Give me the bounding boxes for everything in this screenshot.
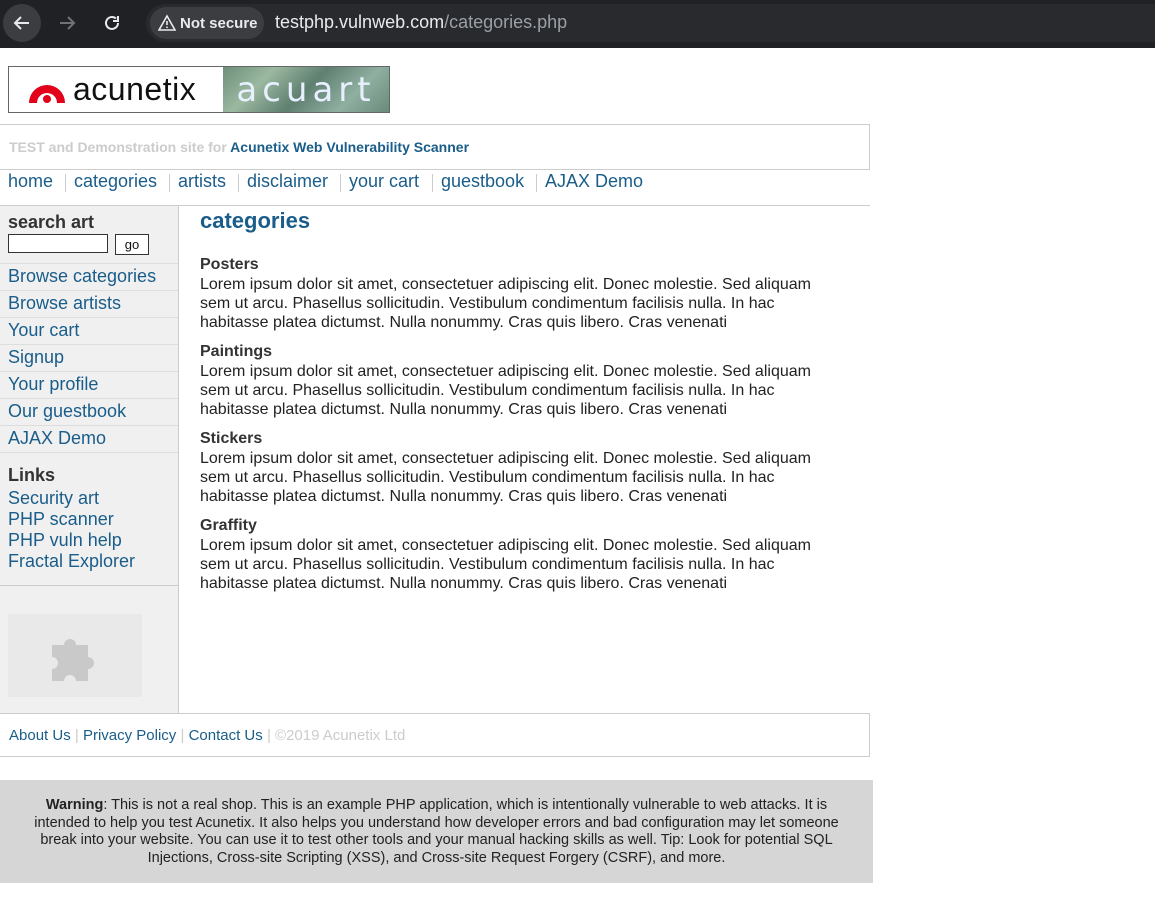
- sidebar-item-label: Browse categories: [8, 266, 157, 286]
- search-input[interactable]: [8, 234, 108, 253]
- sidebar-item-browse-categories[interactable]: Browse categories: [0, 263, 178, 290]
- links-title: Links: [8, 465, 56, 485]
- reload-icon: [105, 15, 119, 30]
- sidebar-item-browse-artists[interactable]: Browse artists: [0, 290, 178, 317]
- link-php-scanner[interactable]: PHP scanner: [8, 509, 114, 530]
- nav-separator: [340, 174, 341, 192]
- category-description: Lorem ipsum dolor sit amet, consectetuer…: [200, 276, 811, 331]
- category-item: Paintings Lorem ipsum dolor sit amet, co…: [200, 343, 820, 419]
- arrow-left-icon: [13, 16, 29, 30]
- acunetix-mark-icon: [27, 77, 67, 103]
- warning-text: Warning: This is not a real shop. This i…: [20, 797, 853, 867]
- plugin-placeholder: [8, 614, 142, 697]
- sidebar: search art go Browse categories Browse a…: [0, 206, 179, 713]
- url-path: /categories.php: [444, 12, 568, 32]
- sidebar-divider: [0, 452, 178, 454]
- reload-button[interactable]: [93, 4, 131, 42]
- sidebar-item-your-cart[interactable]: Your cart: [0, 317, 178, 344]
- security-label: Not secure: [180, 14, 258, 32]
- sidebar-item-label: Your cart: [8, 320, 80, 340]
- category-link-paintings[interactable]: Paintings: [200, 343, 820, 361]
- forward-button[interactable]: [48, 4, 86, 42]
- nav-separator: [169, 174, 170, 192]
- brand-name: acunetix: [73, 71, 197, 107]
- security-chip[interactable]: Not secure: [150, 7, 264, 39]
- tagline: TEST and Demonstration site for Acunetix…: [9, 139, 469, 155]
- category-description: Lorem ipsum dolor sit amet, consectetuer…: [200, 450, 811, 505]
- sidebar-item-label: AJAX Demo: [8, 428, 107, 448]
- nav-ajax-demo[interactable]: AJAX Demo: [545, 171, 643, 192]
- category-item: Posters Lorem ipsum dolor sit amet, cons…: [200, 256, 820, 332]
- url-host: testphp.vulnweb.com: [275, 12, 445, 32]
- nav-home[interactable]: home: [8, 171, 53, 192]
- tagline-bar: TEST and Demonstration site for Acunetix…: [0, 124, 870, 170]
- top-navigation: home categories artists disclaimer your …: [0, 171, 870, 206]
- nav-separator: [536, 174, 537, 192]
- footer: About Us | Privacy Policy | Contact Us |…: [0, 713, 870, 757]
- footer-link-about[interactable]: About Us: [9, 727, 71, 744]
- acunetix-logo: acunetix: [9, 67, 223, 112]
- link-security-art[interactable]: Security art: [8, 488, 99, 509]
- sidebar-item-your-profile[interactable]: Your profile: [0, 371, 178, 398]
- link-fractal-explorer[interactable]: Fractal Explorer: [8, 551, 135, 572]
- puzzle-icon: [52, 638, 94, 681]
- back-button[interactable]: [3, 4, 41, 42]
- search-title: search art: [8, 212, 95, 232]
- warning-icon: [158, 14, 176, 32]
- footer-link-privacy[interactable]: Privacy Policy: [83, 727, 176, 744]
- sidebar-item-label: Browse artists: [8, 293, 122, 313]
- scanner-link[interactable]: Acunetix Web Vulnerability Scanner: [230, 139, 469, 155]
- sidebar-item-signup[interactable]: Signup: [0, 344, 178, 371]
- footer-separator: |: [74, 727, 79, 744]
- sidebar-item-ajax-demo[interactable]: AJAX Demo: [0, 425, 178, 452]
- acuart-logo: acuart: [223, 67, 389, 112]
- nav-guestbook[interactable]: guestbook: [441, 171, 524, 192]
- category-link-stickers[interactable]: Stickers: [200, 430, 820, 448]
- category-link-posters[interactable]: Posters: [200, 256, 820, 274]
- nav-separator: [238, 174, 239, 192]
- footer-link-contact[interactable]: Contact Us: [189, 727, 263, 744]
- site-logo[interactable]: acunetix acuart: [8, 66, 390, 113]
- footer-links: About Us | Privacy Policy | Contact Us |…: [9, 727, 405, 744]
- warning-label: Warning: [45, 797, 104, 813]
- tagline-prefix: TEST and Demonstration site for: [9, 139, 231, 155]
- sidebar-divider: [0, 585, 178, 586]
- nav-artists[interactable]: artists: [178, 171, 226, 192]
- go-button[interactable]: go: [115, 234, 149, 255]
- footer-separator: |: [266, 727, 271, 744]
- link-php-vuln-help[interactable]: PHP vuln help: [8, 530, 122, 551]
- url-text[interactable]: testphp.vulnweb.com/categories.php: [275, 12, 567, 33]
- sidebar-item-our-guestbook[interactable]: Our guestbook: [0, 398, 178, 425]
- category-link-graffity[interactable]: Graffity: [200, 517, 820, 535]
- page-title: categories: [200, 208, 311, 233]
- browser-toolbar: Not secure testphp.vulnweb.com/categorie…: [0, 0, 1155, 48]
- category-item: Stickers Lorem ipsum dolor sit amet, con…: [200, 430, 820, 506]
- nav-separator: [65, 174, 66, 192]
- sidebar-item-label: Your profile: [8, 374, 99, 394]
- product-name: acuart: [236, 69, 376, 110]
- category-item: Graffity Lorem ipsum dolor sit amet, con…: [200, 517, 820, 593]
- nav-your-cart[interactable]: your cart: [349, 171, 419, 192]
- category-description: Lorem ipsum dolor sit amet, consectetuer…: [200, 537, 811, 592]
- nav-disclaimer[interactable]: disclaimer: [247, 171, 328, 192]
- arrow-right-icon: [60, 16, 76, 30]
- nav-separator: [432, 174, 433, 192]
- warning-body: : This is not a real shop. This is an ex…: [34, 797, 839, 866]
- nav-categories[interactable]: categories: [74, 171, 157, 192]
- sidebar-item-label: Our guestbook: [8, 401, 127, 421]
- footer-separator: |: [180, 727, 185, 744]
- copyright: ©2019 Acunetix Ltd: [275, 727, 406, 744]
- warning-box: Warning: This is not a real shop. This i…: [0, 780, 873, 883]
- category-description: Lorem ipsum dolor sit amet, consectetuer…: [200, 363, 811, 418]
- sidebar-item-label: Signup: [8, 347, 65, 367]
